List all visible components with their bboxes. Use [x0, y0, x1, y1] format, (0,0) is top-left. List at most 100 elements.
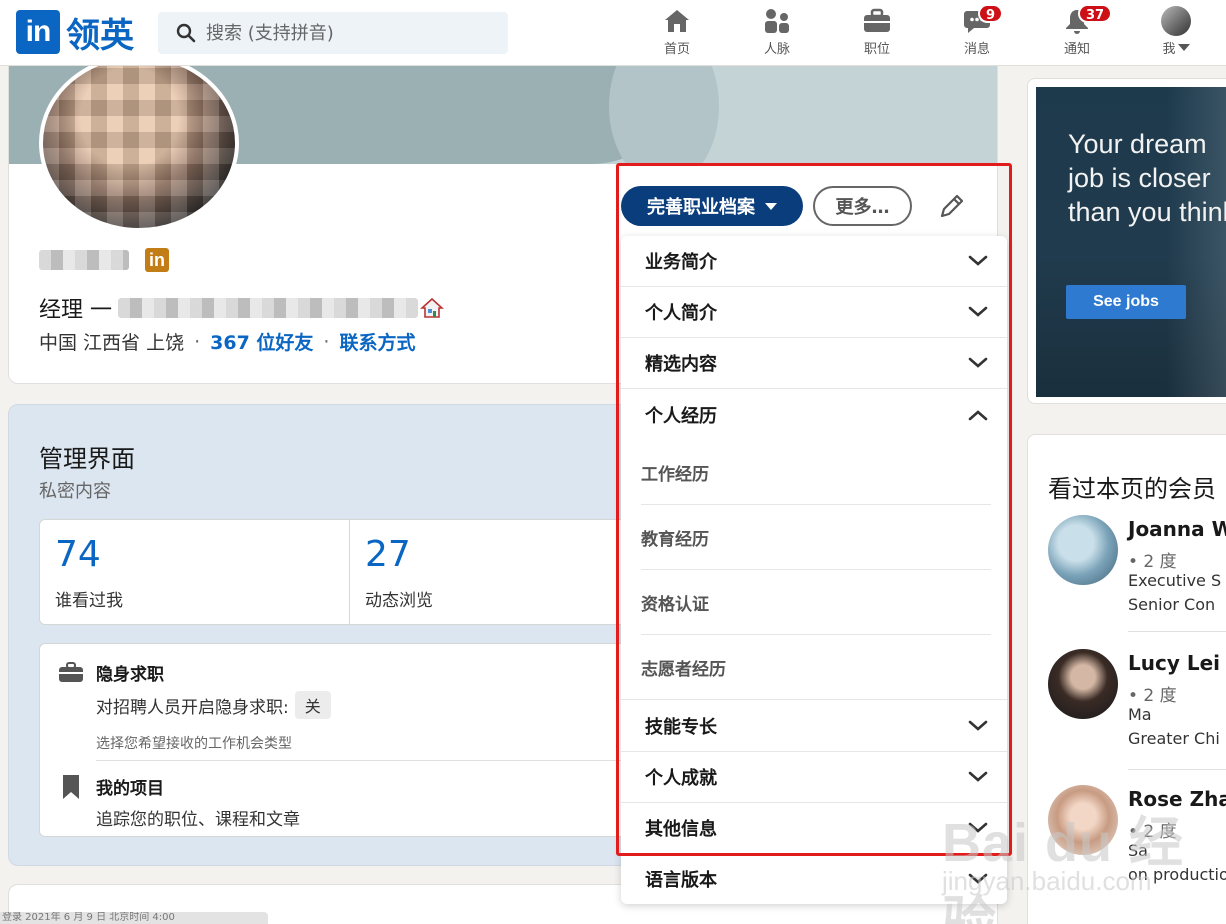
dropdown-item-about[interactable]: 个人简介: [621, 287, 1007, 338]
briefcase-icon: [59, 662, 83, 682]
profile-headline: 经理 一: [39, 292, 444, 324]
viewer-name: Rose Zha: [1128, 787, 1226, 811]
nav-jobs[interactable]: 职位: [847, 6, 907, 62]
dropdown-subitem-education[interactable]: 教育经历: [641, 505, 991, 570]
chevron-down-icon: [968, 306, 988, 317]
nav-messages[interactable]: 9 消息: [947, 4, 1007, 62]
nav-notifications-label: 通知: [1063, 42, 1090, 57]
dashboard-subtitle: 私密内容: [39, 481, 111, 502]
dropdown-item-featured[interactable]: 精选内容: [621, 338, 1007, 389]
edit-pencil-icon[interactable]: [936, 190, 968, 222]
dropdown-subitem-volunteer[interactable]: 志愿者经历: [641, 635, 991, 700]
dropdown-item-additional[interactable]: 其他信息: [621, 803, 1007, 854]
profile-name-redacted: [39, 250, 129, 270]
viewer-name: Joanna W: [1128, 517, 1226, 541]
nav-notifications[interactable]: 37 通知: [1047, 4, 1113, 62]
avatar: [1161, 6, 1191, 36]
chevron-down-icon: [968, 771, 988, 782]
stat-label: 谁看过我: [55, 591, 123, 611]
dropdown-item-languages[interactable]: 语言版本: [621, 854, 1007, 904]
linkedin-premium-badge: in: [145, 248, 169, 272]
caret-down-icon: [765, 202, 777, 210]
nav-jobs-label: 职位: [863, 42, 890, 57]
viewer-avatar: [1048, 515, 1118, 585]
profile-location-row: 中国 江西省 上饶 · 367 位好友 · 联系方式: [39, 328, 415, 355]
nav-me[interactable]: 我: [1146, 6, 1206, 62]
tool-note: 选择您希望接收的工作机会类型: [96, 736, 292, 752]
viewer-headline: Executive S: [1128, 571, 1222, 590]
search-input[interactable]: [206, 22, 486, 44]
complete-profile-button[interactable]: 完善职业档案: [621, 186, 803, 226]
chevron-down-icon: [968, 873, 988, 884]
viewer-item[interactable]: Joanna W • 2 度 Executive S Senior Con: [1048, 515, 1226, 625]
ad-card[interactable]: Your dream job is closer than you think …: [1027, 78, 1226, 404]
stat-value: 74: [55, 534, 101, 575]
complete-profile-label: 完善职业档案: [647, 197, 755, 218]
dropdown-subitem-work[interactable]: 工作经历: [641, 440, 991, 505]
dashboard-tools: 隐身求职 对招聘人员开启隐身求职: 关 选择您希望接收的工作机会类型 我的项目 追…: [39, 643, 640, 837]
profile-name-row: in: [39, 248, 169, 272]
tool-title: 我的项目: [96, 779, 164, 799]
viewer-headline-2: Greater Chi: [1128, 729, 1220, 748]
profile-location: 中国 江西省 上饶: [39, 332, 185, 354]
more-button[interactable]: 更多…: [813, 186, 912, 226]
connections-link[interactable]: 367 位好友: [210, 328, 313, 355]
open-to-work-toggle[interactable]: 关: [294, 691, 331, 719]
viewer-headline-2: Senior Con: [1128, 595, 1216, 614]
dashboard-title: 管理界面: [39, 445, 135, 473]
viewer-item[interactable]: Rose Zha • 2 度 Sa on productio: [1048, 785, 1226, 895]
chevron-up-icon: [968, 409, 988, 420]
contact-info-link[interactable]: 联系方式: [339, 328, 415, 355]
viewers-title: 看过本页的会员: [1048, 475, 1216, 503]
viewer-avatar: [1048, 649, 1118, 719]
viewers-card: 看过本页的会员 Joanna W • 2 度 Executive S Senio…: [1027, 434, 1226, 924]
nav-home-label: 首页: [663, 42, 690, 57]
dropdown-item-skills[interactable]: 技能专长: [621, 700, 1007, 752]
dropdown-subitem-certification[interactable]: 资格认证: [641, 570, 991, 635]
viewer-name: Lucy Lei: [1128, 651, 1221, 675]
search-box[interactable]: [158, 12, 508, 54]
profile-photo[interactable]: [39, 66, 239, 232]
nav-network[interactable]: 人脉: [747, 6, 807, 62]
complete-profile-dropdown: 业务简介 个人简介 精选内容 个人经历 工作经历 教育经历 资格认证 志愿者经历…: [621, 236, 1007, 904]
network-icon: [765, 9, 789, 33]
dropdown-item-background[interactable]: 个人经历: [621, 389, 1007, 440]
logo-text: 领英: [66, 15, 134, 56]
viewer-degree: • 2 度: [1128, 552, 1177, 572]
notifications-badge: 37: [1078, 4, 1113, 23]
nav-home[interactable]: 首页: [647, 6, 707, 62]
chevron-down-icon: [968, 720, 988, 731]
caret-down-icon: [1177, 43, 1190, 51]
ad-banner: Your dream job is closer than you think …: [1036, 87, 1226, 397]
tool-desc: 追踪您的职位、课程和文章: [96, 810, 300, 830]
viewer-avatar: [1048, 785, 1118, 855]
house-icon: [420, 297, 444, 318]
nav-network-label: 人脉: [763, 42, 790, 57]
nav-messages-label: 消息: [963, 42, 990, 57]
stat-post-views[interactable]: 27 动态浏览: [350, 520, 659, 624]
stat-label: 动态浏览: [365, 591, 433, 611]
viewer-item[interactable]: Lucy Lei • 2 度 Ma Greater Chi: [1048, 649, 1226, 759]
bottom-status-strip: 登录 2021年 6 月 9 日 北京时间 4:00: [0, 912, 268, 924]
search-icon: [176, 23, 196, 43]
viewer-headline-2: on productio: [1128, 865, 1226, 884]
viewer-headline: Ma: [1128, 705, 1152, 724]
tool-desc: 对招聘人员开启隐身求职:: [96, 697, 289, 718]
headline-prefix: 经理 一: [39, 298, 112, 323]
open-to-work-row[interactable]: 隐身求职 对招聘人员开启隐身求职: 关 选择您希望接收的工作机会类型: [58, 660, 331, 753]
viewer-headline: Sa: [1128, 841, 1148, 860]
briefcase-icon: [864, 8, 890, 32]
stat-profile-views[interactable]: 74 谁看过我: [40, 520, 349, 624]
my-items-row[interactable]: 我的项目 追踪您的职位、课程和文章: [58, 774, 300, 830]
nav-me-label: 我: [1162, 42, 1176, 57]
bookmark-icon: [63, 775, 79, 799]
dropdown-item-accomplishments[interactable]: 个人成就: [621, 752, 1007, 803]
stat-value: 27: [365, 534, 411, 575]
dropdown-item-business[interactable]: 业务简介: [621, 236, 1007, 287]
chevron-down-icon: [968, 822, 988, 833]
chevron-down-icon: [968, 357, 988, 368]
see-jobs-button[interactable]: See jobs: [1066, 285, 1186, 319]
chevron-down-icon: [968, 255, 988, 266]
top-navigation: in 领英 首页 人脉 职位 9 消息 37 通知 我: [0, 0, 1226, 66]
linkedin-logo[interactable]: in 领英: [16, 10, 134, 56]
